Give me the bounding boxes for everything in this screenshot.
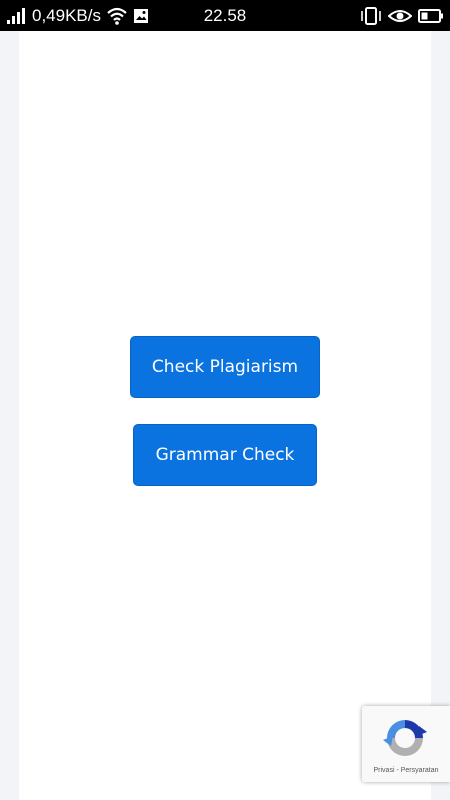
recaptcha-badge[interactable]: Privasi - Persyaratan: [362, 706, 450, 782]
eye-icon: [388, 8, 412, 24]
recaptcha-links: Privasi - Persyaratan: [362, 767, 450, 774]
vibrate-icon: [360, 7, 382, 25]
status-bar-right: [360, 5, 444, 27]
recaptcha-icon: [381, 714, 429, 762]
page-content: [19, 31, 431, 800]
battery-icon: [418, 8, 444, 24]
grammar-check-button[interactable]: Grammar Check: [133, 424, 317, 486]
check-plagiarism-button[interactable]: Check Plagiarism: [130, 336, 320, 398]
recaptcha-privacy-link[interactable]: Privasi: [374, 767, 395, 774]
status-bar: 0,49KB/s 22.58: [0, 0, 450, 31]
recaptcha-terms-link[interactable]: Persyaratan: [401, 767, 439, 774]
screen: 0,49KB/s 22.58 Check Plagiarism Grammar …: [0, 0, 450, 800]
